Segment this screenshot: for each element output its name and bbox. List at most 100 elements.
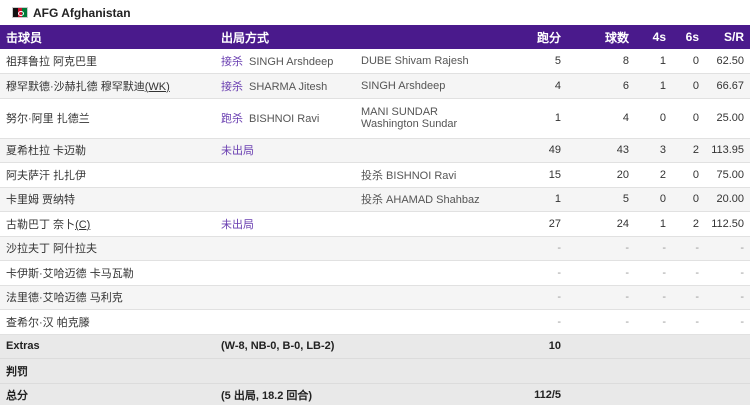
dismissal-cell [215, 309, 355, 335]
bowler-name[interactable]: 投杀 AHAMAD Shahbaz [361, 191, 494, 207]
penalty-row: 判罚 [0, 358, 750, 384]
balls: - [567, 260, 636, 286]
col-fours[interactable]: 4s [635, 25, 672, 49]
col-balls[interactable]: 球数 [567, 25, 635, 49]
sixes: - [672, 285, 706, 310]
sixes: 0 [672, 73, 706, 99]
batter-role: (WK) [144, 80, 170, 93]
fours: 3 [635, 138, 673, 163]
runs: - [500, 309, 568, 335]
sixes: - [672, 236, 706, 261]
runs: - [500, 285, 568, 310]
team-name: AFG Afghanistan [33, 5, 131, 20]
bowler-cell: DUBE Shivam Rajesh [355, 49, 501, 74]
balls: - [567, 285, 636, 310]
batter-row: 古勒巴丁 奈卜(C) 未出局 27 24 1 2 112.50 [0, 211, 750, 237]
runs: 1 [500, 98, 568, 139]
extras-detail: (W-8, NB-0, B-0, LB-2) [215, 334, 501, 359]
sixes: - [672, 260, 706, 286]
batter-row: 法里德·艾哈迈德 马利克 - - - - - [0, 285, 750, 310]
bowler-cell: MANI SUNDAR Washington Sundar [355, 98, 501, 139]
batter-name[interactable]: 夏希杜拉 卡迈勒 [0, 138, 215, 163]
col-batter[interactable]: 击球员 [0, 25, 215, 49]
scorecard-header-row: 击球员 出局方式 跑分 球数 4s 6s S/R [0, 25, 750, 49]
bowler-cell [355, 260, 501, 286]
batter-name[interactable]: 努尔·阿里 扎德兰 [0, 98, 215, 139]
bowler-name[interactable]: MANI SUNDAR [361, 106, 494, 118]
fours: - [635, 309, 673, 335]
bowler-name[interactable]: DUBE Shivam Rajesh [361, 55, 494, 67]
batter-name[interactable]: 卡里姆 贾纳特 [0, 187, 215, 212]
fours: - [635, 236, 673, 261]
penalty-label: 判罚 [0, 358, 215, 384]
batter-name[interactable]: 卡伊斯·艾哈迈德 卡马瓦勒 [0, 260, 215, 286]
batter-row: 穆罕默德·沙赫扎德 穆罕默迪(WK) 接杀 SHARMA Jitesh SINGH A… [0, 73, 750, 99]
strike-rate: - [705, 236, 750, 261]
sixes: 2 [672, 211, 706, 237]
runs: 49 [500, 138, 568, 163]
runs: 4 [500, 73, 568, 99]
runs: 5 [500, 49, 568, 74]
col-strike-rate[interactable]: S/R [705, 25, 750, 49]
sixes: 2 [672, 138, 706, 163]
col-sixes[interactable]: 6s [672, 25, 705, 49]
strike-rate: 66.67 [705, 73, 750, 99]
dismissal-cell [215, 187, 355, 212]
batter-row: 卡里姆 贾纳特 投杀 AHAMAD Shahbaz 1 5 0 0 20.00 [0, 187, 750, 212]
runs: 1 [500, 187, 568, 212]
bowler-cell [355, 309, 501, 335]
strike-rate: - [705, 260, 750, 286]
sixes: 0 [672, 162, 706, 188]
runs: - [500, 236, 568, 261]
strike-rate: - [705, 309, 750, 335]
bowler-cell: SINGH Arshdeep [355, 73, 501, 99]
fours: - [635, 260, 673, 286]
dismissal-mode: 接杀 [221, 80, 243, 93]
dismissal-mode: 未出局 [221, 145, 254, 158]
fours: 1 [635, 211, 673, 237]
fielder-name[interactable]: SINGH Arshdeep [249, 56, 333, 68]
batter-name[interactable]: 查希尔·汉 帕克滕 [0, 309, 215, 335]
col-how-out[interactable]: 出局方式 [215, 25, 500, 49]
fours: 1 [635, 49, 673, 74]
fours: 1 [635, 73, 673, 99]
bowler-name-2[interactable]: Washington Sundar [361, 118, 494, 130]
extras-value: 10 [500, 334, 568, 359]
balls: 20 [567, 162, 636, 188]
dismissal-cell [215, 285, 355, 310]
bowler-name[interactable]: 投杀 BISHNOI Ravi [361, 167, 494, 183]
bowler-name[interactable]: SINGH Arshdeep [361, 80, 494, 92]
fours: - [635, 285, 673, 310]
fielder-name[interactable]: SHARMA Jitesh [249, 81, 327, 93]
batter-name[interactable]: 祖拜鲁拉 阿克巴里 [0, 49, 215, 74]
dismissal-cell: 未出局 [215, 211, 355, 237]
batter-name[interactable]: 沙拉夫丁 阿什拉夫 [0, 236, 215, 261]
dismissal-mode: 跑杀 [221, 113, 243, 125]
total-row: 总分 (5 出局, 18.2 回合) 112/5 [0, 383, 750, 405]
balls: - [567, 236, 636, 261]
extras-row: Extras (W-8, NB-0, B-0, LB-2) 10 [0, 334, 750, 359]
batter-row: 祖拜鲁拉 阿克巴里 接杀 SINGH Arshdeep DUBE Shivam Raj… [0, 49, 750, 74]
batter-row: 查希尔·汉 帕克滕 - - - - - [0, 309, 750, 335]
batter-name[interactable]: 穆罕默德·沙赫扎德 穆罕默迪(WK) [0, 73, 215, 99]
dismissal-cell [215, 260, 355, 286]
runs: 15 [500, 162, 568, 188]
strike-rate: 25.00 [705, 98, 750, 139]
col-runs[interactable]: 跑分 [500, 25, 567, 49]
batter-row: 努尔·阿里 扎德兰 跑杀 BISHNOI Ravi MANI SUNDAR Washin… [0, 98, 750, 139]
batter-name[interactable]: 古勒巴丁 奈卜(C) [0, 211, 215, 237]
dismissal-cell: 未出局 [215, 138, 355, 163]
bowler-cell [355, 211, 501, 237]
batter-row: 卡伊斯·艾哈迈德 卡马瓦勒 - - - - - [0, 260, 750, 286]
batter-name[interactable]: 阿夫萨汗 扎扎伊 [0, 162, 215, 188]
fielder-name[interactable]: BISHNOI Ravi [249, 113, 319, 125]
dismissal-cell: 跑杀 BISHNOI Ravi [215, 98, 355, 139]
balls: 4 [567, 98, 636, 139]
batter-name[interactable]: 法里德·艾哈迈德 马利克 [0, 285, 215, 310]
afghanistan-flag-icon [12, 7, 28, 18]
total-label: 总分 [0, 383, 215, 405]
dismissal-cell [215, 236, 355, 261]
batter-row: 夏希杜拉 卡迈勒 未出局 49 43 3 2 113.95 [0, 138, 750, 163]
bowler-cell: 投杀 BISHNOI Ravi [355, 162, 501, 188]
runs: - [500, 260, 568, 286]
